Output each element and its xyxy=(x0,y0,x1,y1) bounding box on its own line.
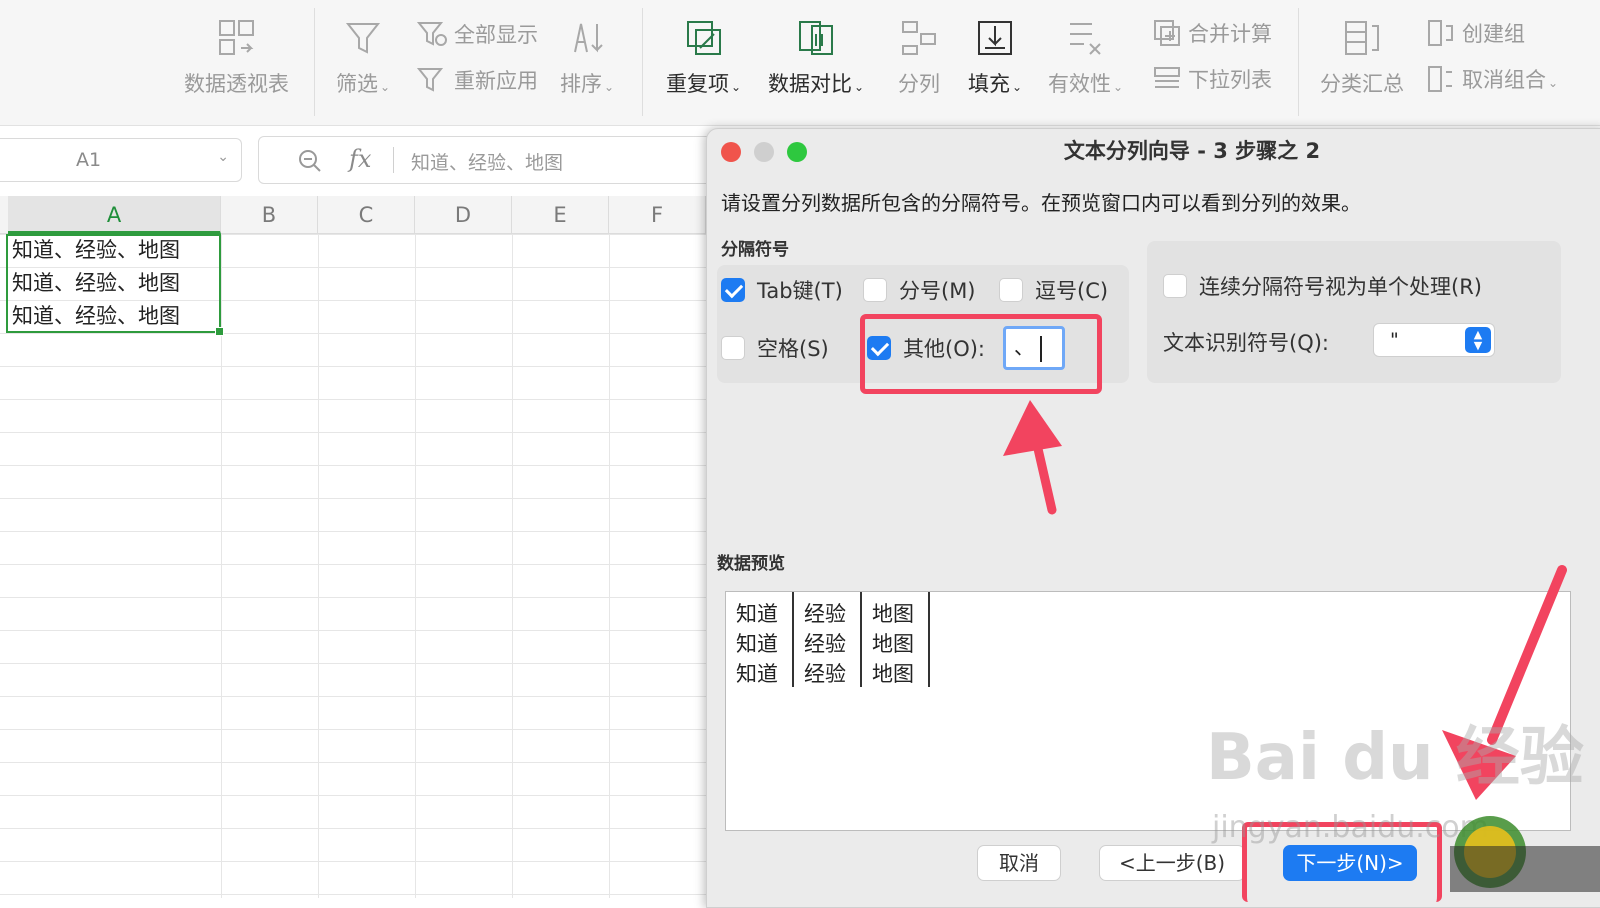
baidu-watermark: Bai du 经验 xyxy=(1206,721,1584,795)
arrow-up-icon xyxy=(1003,400,1062,515)
site-logo-icon xyxy=(1450,816,1600,892)
